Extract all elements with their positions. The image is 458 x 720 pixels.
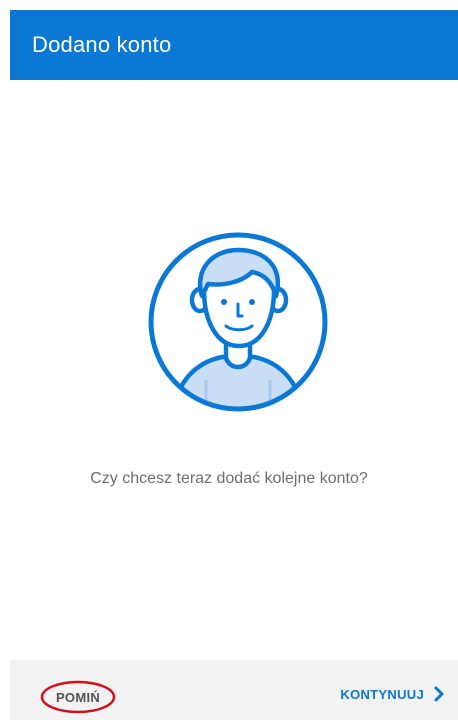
add-account-screen: Dodano konto Czy chcesz teraz dodać kole… xyxy=(0,0,458,720)
skip-label: POMIŃ xyxy=(55,689,101,705)
bottom-action-bar: POMIŃ KONTYNUUJ xyxy=(10,660,458,720)
page-title: Dodano konto xyxy=(32,32,172,57)
person-avatar-icon xyxy=(146,230,330,414)
continue-button[interactable]: KONTYNUUJ xyxy=(340,686,444,702)
app-bar: Dodano konto xyxy=(10,10,458,80)
skip-button[interactable]: POMIŃ xyxy=(40,680,116,714)
add-another-account-prompt: Czy chcesz teraz dodać kolejne konto? xyxy=(90,470,368,487)
chevron-right-icon xyxy=(434,686,444,702)
continue-label: KONTYNUUJ xyxy=(340,686,424,702)
